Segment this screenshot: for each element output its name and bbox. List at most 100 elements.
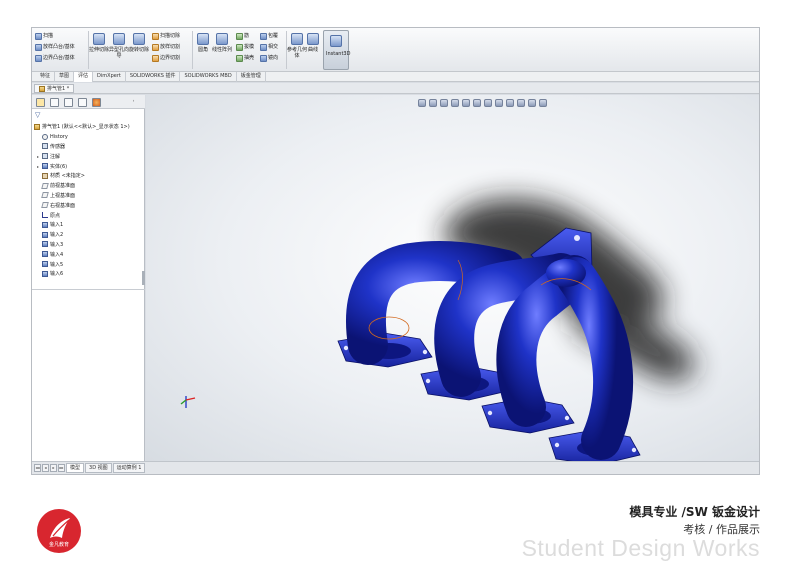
feature-tree-tab-icon[interactable] [36,98,45,107]
tree-item-import4[interactable]: 输入4 [34,249,144,259]
ribbon-group-cut-small: 扫描切除 放样切割 边界切割 [152,30,192,70]
expand-arrow-icon[interactable]: ▸ [36,154,40,159]
tree-item-annotations[interactable]: ▸ 注解 [34,151,144,161]
import-feature-icon [42,241,48,248]
footer-title: 模具专业 /SW 钣金设计 [629,505,760,519]
panel-resize-handle[interactable] [142,271,145,285]
first-tab-button[interactable]: ◂◂ [34,464,41,472]
filter-icon[interactable]: ▽ [35,111,40,119]
fillet-label: 圆角 [197,47,208,53]
exhaust-manifold-model[interactable] [146,95,759,461]
part-icon [39,85,45,92]
plane-icon [41,182,49,189]
tree-item-material[interactable]: 材质 <未指定> [34,171,144,181]
rib-icon [236,32,243,40]
command-ribbon: 扫描 放样凸台/基体 边界凸台/基体 拉伸切除 异型孔向导 旋转切除 扫描切除 … [32,28,759,72]
wrap-button[interactable]: 包覆 [260,32,278,40]
dimxpert-manager-tab-icon[interactable] [78,98,87,107]
tree-item-import2[interactable]: 输入2 [34,230,144,240]
tree-item-import6[interactable]: 输入6 [34,269,144,279]
sweep-icon [35,32,42,40]
intersect-icon [260,43,267,51]
part-icon [34,123,40,130]
previous-tab-button[interactable]: ◂ [42,464,49,472]
tab-model[interactable]: 模型 [66,463,85,473]
last-tab-button[interactable]: ▸▸ [58,464,65,472]
shell-icon [236,54,243,62]
next-tab-button[interactable]: ▸ [50,464,57,472]
expand-arrow-icon[interactable]: ▸ [36,164,40,169]
origin-icon [42,212,48,219]
feature-tree: 排气管1 (默认<<默认>_显示状态 1>) History 传感器 ▸ 注解 [34,122,144,279]
swept-cut-icon [152,32,159,40]
linear-pattern-icon[interactable] [216,33,228,45]
linear-pattern-label: 线性阵列 [212,47,233,53]
tree-item-right-plane[interactable]: 右视基准面 [34,200,144,210]
lofted-cut-button[interactable]: 放样切割 [152,43,180,51]
import-feature-icon [42,231,48,238]
material-icon [42,172,48,179]
tree-item-import3[interactable]: 输入3 [34,240,144,250]
tree-item-sensors[interactable]: 传感器 [34,142,144,152]
swept-cut-button[interactable]: 扫描切除 [152,32,180,40]
instant3d-label: Instant3D [326,51,351,57]
tree-item-history[interactable]: History [34,132,144,142]
property-manager-tab-icon[interactable] [50,98,59,107]
tab-dimxpert[interactable]: DimXpert [93,72,126,82]
mirror-icon [260,54,267,62]
tree-item-import1[interactable]: 输入1 [34,220,144,230]
exhaust-runner-4 [556,257,634,460]
tab-evaluate[interactable]: 评估 [74,72,94,82]
tab-motion-study[interactable]: 运动算例 1 [112,463,146,473]
import-feature-icon [42,221,48,228]
shell-button[interactable]: 抽壳 [236,54,254,62]
tree-item-top-plane[interactable]: 上视基准面 [34,191,144,201]
tab-features[interactable]: 特征 [36,72,56,82]
intersect-button[interactable]: 相交 [260,43,278,51]
tree-item-front-plane[interactable]: 前视基准面 [34,181,144,191]
rib-button[interactable]: 筋 [236,32,249,40]
ribbon-group-boss: 扫描 放样凸台/基体 边界凸台/基体 [35,30,85,70]
fillet-icon[interactable] [197,33,209,45]
configuration-manager-tab-icon[interactable] [64,98,73,107]
curves-label: 曲线 [307,47,318,53]
feature-manager-panel: › ▽ 排气管1 (默认<<默认>_显示状态 1>) History 传感器 ▸… [32,95,145,466]
sweep-button[interactable]: 扫描 [35,32,53,40]
sensor-icon [42,143,48,150]
tab-solidworks-mbd[interactable]: SOLIDWORKS MBD [180,72,237,82]
loft-icon [35,43,42,51]
graphics-area[interactable] [146,95,759,461]
draft-button[interactable]: 拔模 [236,43,254,51]
lofted-cut-icon [152,43,159,51]
curves-icon[interactable] [307,33,319,45]
tree-item-solid-bodies[interactable]: ▸ 实体(6) [34,161,144,171]
import-feature-icon [42,251,48,258]
loft-boss-button[interactable]: 放样凸台/基体 [35,43,75,51]
tree-item-origin[interactable]: 原点 [34,210,144,220]
boundary-boss-button[interactable]: 边界凸台/基体 [35,54,75,62]
display-manager-tab-icon[interactable] [92,98,101,107]
revolved-cut-icon[interactable] [133,33,145,45]
panel-expand-icon[interactable]: › [130,98,137,106]
logo-text: 金凡教育 [48,542,69,548]
feature-tree-root[interactable]: 排气管1 (默认<<默认>_显示状态 1>) [34,122,144,132]
bottom-tab-bar: ◂◂ ◂ ▸ ▸▸ 模型 3D 视图 运动算例 1 [32,461,759,474]
tab-3d-views[interactable]: 3D 视图 [85,463,112,473]
annotation-icon [42,153,48,160]
tab-solidworks-addins[interactable]: SOLIDWORKS 插件 [126,72,181,82]
instant3d-button[interactable]: Instant3D [323,30,351,70]
tab-sheet-metal[interactable]: 钣金管理 [237,72,266,82]
plane-icon [41,202,49,209]
extruded-cut-label: 拉伸切除 [89,47,110,53]
ribbon-group-reference: 参考几何体 曲线 [287,30,322,70]
extruded-cut-icon[interactable] [93,33,105,45]
boundary-cut-button[interactable]: 边界切割 [152,54,180,62]
reference-geometry-icon[interactable] [291,33,303,45]
mirror-button[interactable]: 镜向 [260,54,278,62]
hole-wizard-label: 异型孔向导 [109,47,130,59]
hole-wizard-icon[interactable] [113,33,125,45]
ribbon-group-wrap: 包覆 相交 镜向 [260,30,286,70]
tree-item-import5[interactable]: 输入5 [34,259,144,269]
tab-sketch[interactable]: 草图 [55,72,75,82]
document-tab[interactable]: 排气管1 * [34,84,75,93]
